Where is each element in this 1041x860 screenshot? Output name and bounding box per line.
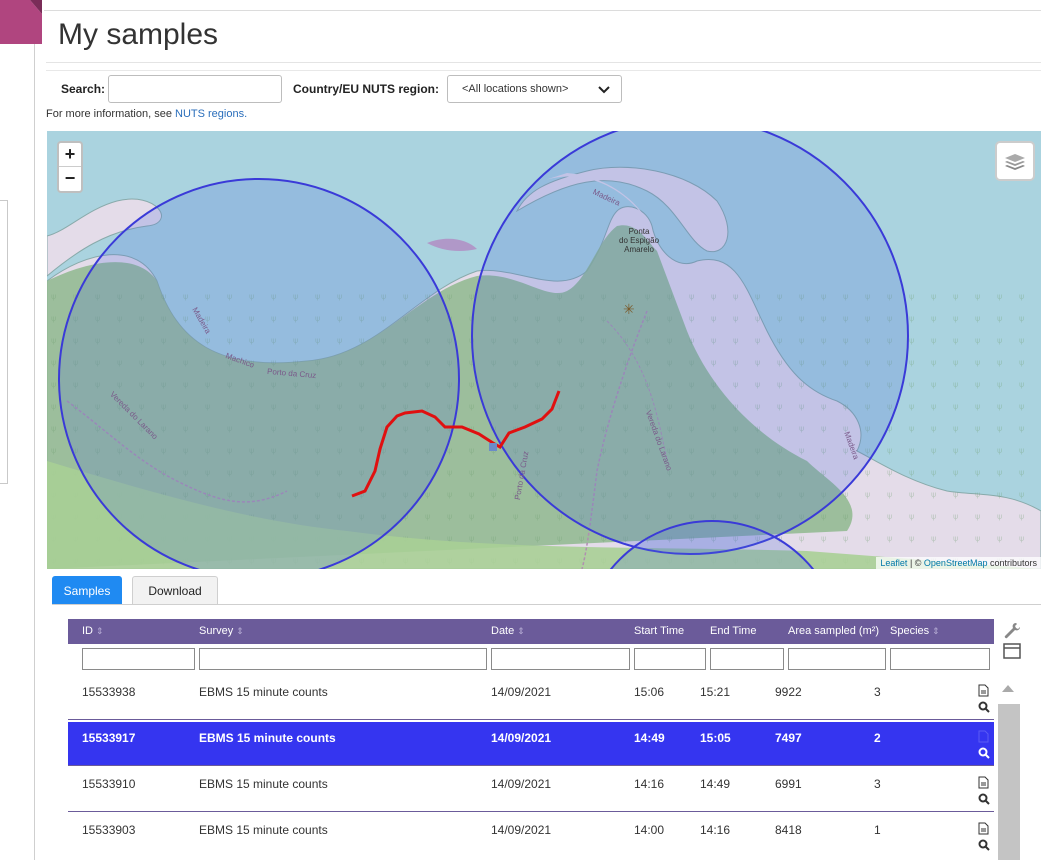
magnifier-icon[interactable] [978,793,990,805]
tab-download[interactable]: Download [132,576,218,604]
column-header-area[interactable]: Area sampled (m²) [788,619,879,644]
cell-end-time: 14:16 [700,823,731,837]
region-select[interactable]: <All locations shown> [447,75,622,103]
cell-id: 15533910 [82,777,136,791]
sort-icon: ⇕ [517,626,525,636]
divider [46,62,1041,63]
column-header-id[interactable]: ID ⇕ [82,619,104,644]
cell-id: 15533917 [82,731,136,745]
column-header-start-time[interactable]: Start Time [634,619,684,644]
region-label: Country/EU NUTS region: [293,82,439,96]
layers-icon [1005,154,1025,170]
cell-id: 15533903 [82,823,136,837]
divider [52,604,1041,605]
cell-date: 14/09/2021 [491,685,552,699]
column-header-survey[interactable]: Survey ⇕ [199,619,244,644]
document-icon[interactable] [978,776,989,789]
search-label: Search: [61,82,106,96]
region-select-value: <All locations shown> [462,83,569,95]
column-header-species[interactable]: Species ⇕ [890,619,940,644]
cell-area: 7497 [775,731,802,745]
cell-survey: EBMS 15 minute counts [199,685,328,699]
cell-date: 14/09/2021 [491,731,552,745]
cell-species: 2 [874,731,881,745]
cell-survey: EBMS 15 minute counts [199,823,328,837]
magnifier-icon[interactable] [978,701,990,713]
cell-start-time: 14:00 [634,823,665,837]
column-filter-row [68,646,994,672]
divider [34,44,35,860]
divider [44,10,1041,11]
cell-end-time: 15:21 [700,685,731,699]
cell-start-time: 14:16 [634,777,665,791]
map-tiles: ψ ✳ [47,131,1041,569]
cell-end-time: 14:49 [700,777,731,791]
zoom-in-icon[interactable]: + [59,143,81,167]
scroll-up-icon[interactable] [1000,682,1016,694]
sort-icon: ⇕ [932,626,940,636]
filter-area-input[interactable] [788,648,886,670]
search-input[interactable] [108,75,282,103]
filter-start-time-input[interactable] [634,648,706,670]
table-row[interactable]: 15533938 EBMS 15 minute counts 14/09/202… [68,676,994,720]
zoom-control: + − [57,141,83,193]
zoom-out-icon[interactable]: − [59,167,81,191]
leaflet-link[interactable]: Leaflet [880,558,907,568]
cell-date: 14/09/2021 [491,823,552,837]
table-row[interactable]: 15533917 EBMS 15 minute counts 14/09/202… [68,722,994,766]
map-attribution: Leaflet | © OpenStreetMap contributors [876,557,1041,569]
filter-species-input[interactable] [890,648,990,670]
tab-samples[interactable]: Samples [52,576,122,604]
svg-text:✳: ✳ [623,302,635,318]
magnifier-icon[interactable] [978,747,990,759]
sort-icon: ⇕ [236,626,244,636]
map[interactable]: ψ ✳ Ponta do Espigão Amarelo Machico Por… [47,131,1041,569]
cell-area: 9922 [775,685,802,699]
map-label-point: Ponta do Espigão Amarelo [619,227,660,254]
table-row[interactable]: 15533903 EBMS 15 minute counts 14/09/202… [68,814,994,858]
cell-start-time: 14:49 [634,731,665,745]
osm-link[interactable]: OpenStreetMap [924,558,988,568]
document-icon[interactable] [978,822,989,835]
table-header: ID ⇕ Survey ⇕ Date ⇕ Start Time End Time Ar… [68,619,994,644]
chevron-down-icon [598,86,610,94]
cell-survey: EBMS 15 minute counts [199,777,328,791]
attribution-suffix: contributors [987,558,1037,568]
cell-species: 3 [874,777,881,791]
table-row[interactable]: 15533910 EBMS 15 minute counts 14/09/202… [68,768,994,812]
column-toggle-icon[interactable] [1003,643,1021,659]
cell-start-time: 15:06 [634,685,665,699]
filter-end-time-input[interactable] [710,648,784,670]
document-icon[interactable] [978,730,989,743]
cell-species: 1 [874,823,881,837]
filter-id-input[interactable] [82,648,195,670]
left-panel-frame [0,200,8,484]
cell-survey: EBMS 15 minute counts [199,731,336,745]
sort-icon: ⇕ [96,626,104,636]
info-line: For more information, see NUTS regions. [46,108,247,120]
cell-area: 8418 [775,823,802,837]
corner-ribbon-icon [0,0,42,44]
filter-date-input[interactable] [491,648,630,670]
cell-species: 3 [874,685,881,699]
table-scrollbar[interactable] [996,678,1022,860]
column-header-end-time[interactable]: End Time [710,619,756,644]
table-tools [994,619,1024,679]
column-header-date[interactable]: Date ⇕ [491,619,525,644]
info-text: For more information, see [46,108,175,120]
document-icon[interactable] [978,684,989,697]
attribution-sep: | © [907,558,924,568]
page-title: My samples [58,18,219,51]
cell-area: 6991 [775,777,802,791]
cell-date: 14/09/2021 [491,777,552,791]
wrench-icon[interactable] [1002,621,1022,641]
nuts-regions-link[interactable]: NUTS regions. [175,108,247,120]
cell-end-time: 15:05 [700,731,731,745]
magnifier-icon[interactable] [978,839,990,851]
layers-button[interactable] [995,141,1035,181]
scroll-thumb[interactable] [998,704,1020,860]
filter-survey-input[interactable] [199,648,487,670]
filter-bar: Search: Country/EU NUTS region: <All loc… [46,70,1041,104]
cell-id: 15533938 [82,685,136,699]
